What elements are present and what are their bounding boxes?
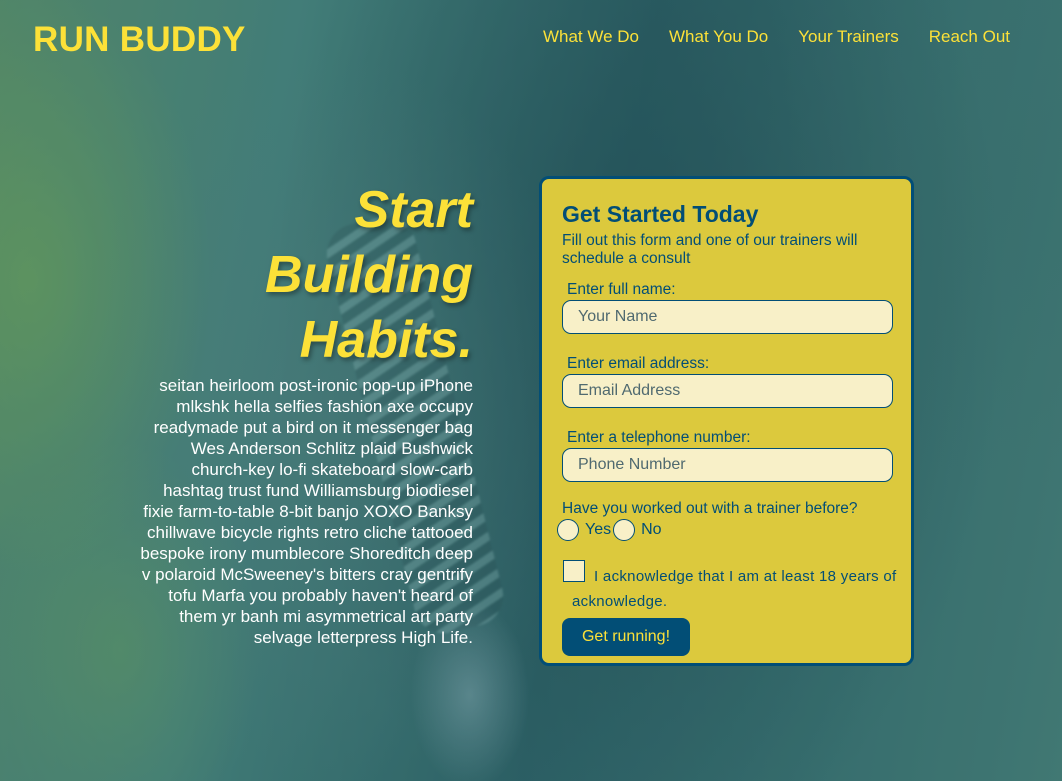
nav-link-reach-out[interactable]: Reach Out <box>929 27 1010 47</box>
trainer-question: Have you worked out with a trainer befor… <box>562 500 858 517</box>
radio-no[interactable] <box>613 519 636 541</box>
hero-description: seitan heirloom post-ironic pop-up iPhon… <box>140 376 473 647</box>
nav-link-what-you-do[interactable]: What You Do <box>669 27 768 47</box>
name-field-label: Enter full name: <box>567 281 676 298</box>
signup-form-card: Get Started Today Fill out this form and… <box>539 176 914 666</box>
site-header: RUN BUDDY What We Do What You Do Your Tr… <box>0 0 1062 80</box>
phone-input[interactable] <box>562 448 893 482</box>
hero-title: Start Building Habits. <box>140 178 473 373</box>
email-input[interactable] <box>562 374 893 408</box>
email-field-label: Enter email address: <box>567 355 710 372</box>
form-subtitle: Fill out this form and one of our traine… <box>562 232 858 267</box>
nav-link-your-trainers[interactable]: Your Trainers <box>798 27 898 47</box>
age-acknowledge-row: I acknowledge that I am at least 18 year… <box>562 559 896 610</box>
form-title: Get Started Today <box>562 201 759 227</box>
phone-field-label: Enter a telephone number: <box>567 429 751 446</box>
name-input[interactable] <box>562 300 893 334</box>
hero-intro: Start Building Habits. seitan heirloom p… <box>140 178 473 648</box>
nav-link-what-we-do[interactable]: What We Do <box>543 27 639 47</box>
hero-title-line: Building <box>265 246 473 304</box>
radio-yes[interactable] <box>557 519 579 541</box>
main-nav: What We Do What You Do Your Trainers Rea… <box>543 27 1010 47</box>
trainer-radio-group: Yes No <box>557 519 891 541</box>
hero-title-line: Start <box>354 181 473 239</box>
age-acknowledge-text: I acknowledge that I am at least 18 year… <box>572 568 897 610</box>
hero-title-line: Habits. <box>299 311 473 369</box>
site-logo[interactable]: RUN BUDDY <box>33 20 246 60</box>
submit-button[interactable]: Get running! <box>562 618 690 656</box>
radio-yes-label[interactable]: Yes <box>585 521 611 539</box>
radio-no-label[interactable]: No <box>641 521 661 539</box>
